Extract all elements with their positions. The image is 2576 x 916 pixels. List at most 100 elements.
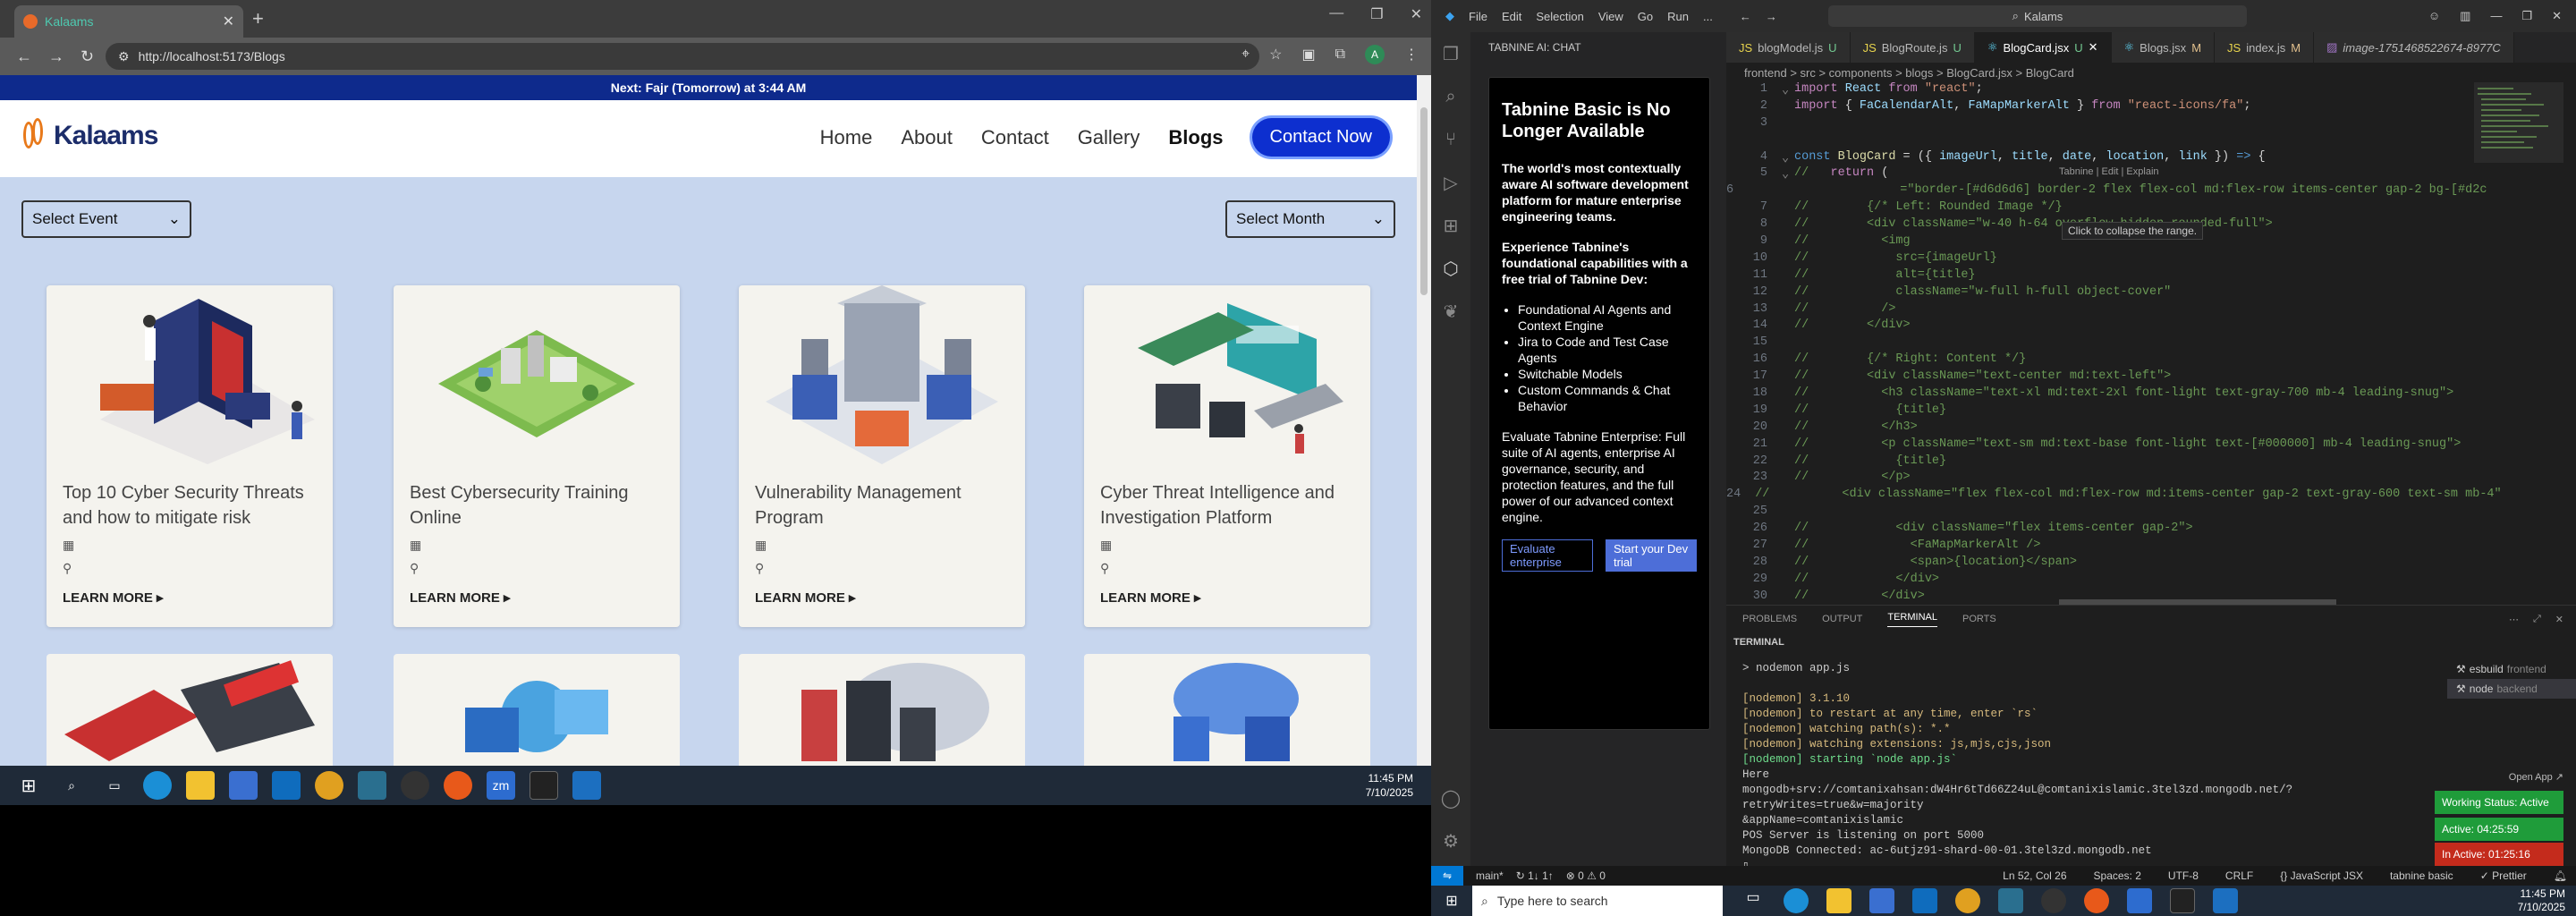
terminal-icon[interactable] <box>2170 888 2195 913</box>
blog-card[interactable]: Top 10 Cyber Security Threats and how to… <box>47 285 333 627</box>
blog-card[interactable] <box>1084 654 1370 766</box>
evaluate-enterprise-button[interactable]: Evaluate enterprise <box>1502 539 1593 572</box>
blog-card[interactable] <box>394 654 680 766</box>
nav-blogs[interactable]: Blogs <box>1168 126 1223 149</box>
more-actions-icon[interactable]: ⋯ <box>2509 614 2519 625</box>
nav-gallery[interactable]: Gallery <box>1078 126 1140 149</box>
close-tab-icon[interactable]: ✕ <box>223 13 234 30</box>
command-center-search[interactable]: ⌕ Kalams <box>1828 5 2247 27</box>
maximize-icon[interactable]: ❐ <box>1370 5 1383 23</box>
location-icon[interactable]: ⌖ <box>1241 47 1250 63</box>
close-window-icon[interactable]: ✕ <box>2552 9 2562 23</box>
file-explorer-icon[interactable] <box>186 771 215 800</box>
blog-card[interactable]: Vulnerability Management Program ▦ ⚲ LEA… <box>739 285 1025 627</box>
source-control-icon[interactable]: ⑂ <box>1431 118 1470 161</box>
problems-status[interactable]: ⊗ 0 ⚠ 0 <box>1566 869 1606 882</box>
encoding-status[interactable]: UTF-8 <box>2168 869 2199 882</box>
store-icon[interactable] <box>1869 888 1894 913</box>
vscode-icon[interactable] <box>572 771 601 800</box>
tab-output[interactable]: OUTPUT <box>1822 614 1862 624</box>
nav-about[interactable]: About <box>901 126 953 149</box>
start-dev-trial-button[interactable]: Start your Dev trial <box>1606 539 1697 572</box>
tab-ports[interactable]: PORTS <box>1962 614 1996 624</box>
app-icon[interactable] <box>1998 888 2023 913</box>
blog-card-title[interactable]: Cyber Threat Intelligence and Investigat… <box>1084 480 1370 534</box>
minimize-icon[interactable]: — <box>1329 5 1343 23</box>
left-clock[interactable]: 11:45 PM 7/10/2025 <box>1366 771 1413 800</box>
minimap[interactable] <box>2474 82 2563 261</box>
outlook-icon[interactable] <box>272 771 301 800</box>
breadcrumb[interactable]: frontend > src > components > blogs > Bl… <box>1726 63 2576 82</box>
tab-blogcard[interactable]: ⚛ BlogCard.jsx U ✕ <box>1974 32 2112 63</box>
tab-image[interactable]: ▨ image-1751468522674-8977C <box>2314 32 2514 63</box>
menu-run[interactable]: Run <box>1667 10 1689 23</box>
tabnine-status[interactable]: tabnine basic <box>2390 869 2453 882</box>
blog-card-title[interactable]: Top 10 Cyber Security Threats and how to… <box>47 480 333 534</box>
copilot-icon[interactable]: ☺ <box>2428 9 2440 23</box>
tabnine-icon[interactable]: ⬡ <box>1431 247 1470 290</box>
new-tab-icon[interactable]: + <box>252 7 264 30</box>
settings-gear-icon[interactable]: ⚙ <box>1431 819 1470 862</box>
windows-start-icon[interactable]: ⊞ <box>14 771 43 800</box>
taskbar-search[interactable]: ⌕ Type here to search <box>1472 886 1723 916</box>
indent-status[interactable]: Spaces: 2 <box>2094 869 2141 882</box>
cursor-position[interactable]: Ln 52, Col 26 <box>2003 869 2066 882</box>
learn-more-link[interactable]: LEARN MORE ▸ <box>1084 589 1370 606</box>
learn-more-link[interactable]: LEARN MORE ▸ <box>739 589 1025 606</box>
menu-edit[interactable]: Edit <box>1502 10 1521 23</box>
back-icon[interactable]: ← <box>16 47 32 66</box>
vscode-icon[interactable] <box>2213 888 2238 913</box>
learn-more-link[interactable]: LEARN MORE ▸ <box>47 589 333 606</box>
blog-card[interactable] <box>739 654 1025 766</box>
extensions-icon[interactable]: ⊞ <box>1431 204 1470 247</box>
prettier-status[interactable]: ✓ Prettier <box>2480 869 2527 882</box>
terminal-output[interactable]: > nodemon app.js [nodemon] 3.1.10 [nodem… <box>1742 661 2440 874</box>
app-icon[interactable] <box>2041 888 2066 913</box>
codelens[interactable]: Tabnine | Edit | Explain <box>2059 166 2159 177</box>
run-debug-icon[interactable]: ▷ <box>1431 161 1470 204</box>
close-tab-icon[interactable]: ✕ <box>2089 40 2098 55</box>
tab-index[interactable]: JS index.js M <box>2215 32 2315 63</box>
app-icon[interactable] <box>444 771 472 800</box>
menu-kebab-icon[interactable]: ⋮ <box>1404 46 1419 64</box>
close-panel-icon[interactable]: ✕ <box>2555 614 2563 625</box>
tab-blogs[interactable]: ⚛ Blogs.jsx M <box>2111 32 2216 63</box>
eol-status[interactable]: CRLF <box>2225 869 2253 882</box>
terminal-process[interactable]: ⚒ esbuild frontend <box>2447 659 2576 679</box>
menu-go[interactable]: Go <box>1638 10 1653 23</box>
right-clock[interactable]: 11:45 PM 7/10/2025 <box>2518 887 2565 914</box>
profile-avatar[interactable]: A <box>1365 45 1385 64</box>
nav-contact[interactable]: Contact <box>981 126 1049 149</box>
chrome-icon[interactable] <box>1955 888 1980 913</box>
forward-icon[interactable]: → <box>48 47 64 66</box>
zoom-icon[interactable]: zm <box>487 771 515 800</box>
extension-icon[interactable]: ▣ <box>1301 46 1315 64</box>
tab-blogmodel[interactable]: JS blogModel.js U <box>1726 32 1851 63</box>
search-icon[interactable]: ⌕ <box>57 771 86 800</box>
terminal-process[interactable]: ⚒ node backend <box>2447 679 2576 699</box>
app-icon[interactable] <box>2084 888 2109 913</box>
address-bar[interactable]: ⚙ http://localhost:5173/Blogs <box>106 43 1259 70</box>
menu-more[interactable]: ... <box>1703 10 1713 23</box>
terminal-section-header[interactable]: TERMINAL <box>1726 632 2576 652</box>
sync-status[interactable]: ↻ 1↓ 1↑ <box>1516 869 1554 882</box>
remote-indicator-icon[interactable]: ⇋ <box>1431 866 1463 886</box>
task-view-icon[interactable]: ▭ <box>100 771 129 800</box>
blog-card-title[interactable]: Vulnerability Management Program <box>739 480 1025 534</box>
site-logo[interactable]: Kalaams <box>21 118 158 154</box>
file-explorer-icon[interactable] <box>1826 888 1852 913</box>
language-status[interactable]: {} JavaScript JSX <box>2280 869 2363 882</box>
contact-now-button[interactable]: Contact Now <box>1251 118 1390 157</box>
blog-card[interactable] <box>47 654 333 766</box>
edge-icon[interactable] <box>143 771 172 800</box>
tab-problems[interactable]: PROBLEMS <box>1742 614 1797 624</box>
learn-more-link[interactable]: LEARN MORE ▸ <box>394 589 680 606</box>
page-scrollbar-thumb[interactable] <box>1420 107 1428 295</box>
nav-home[interactable]: Home <box>820 126 873 149</box>
terminal-icon[interactable] <box>530 771 558 800</box>
select-month-dropdown[interactable]: Select Month ⌄ <box>1225 200 1395 238</box>
open-app-link[interactable]: Open App ↗ <box>2509 771 2563 783</box>
maximize-panel-icon[interactable]: ⤢ <box>2533 614 2541 625</box>
branch-status[interactable]: main* <box>1476 869 1504 882</box>
app-icon[interactable] <box>401 771 429 800</box>
